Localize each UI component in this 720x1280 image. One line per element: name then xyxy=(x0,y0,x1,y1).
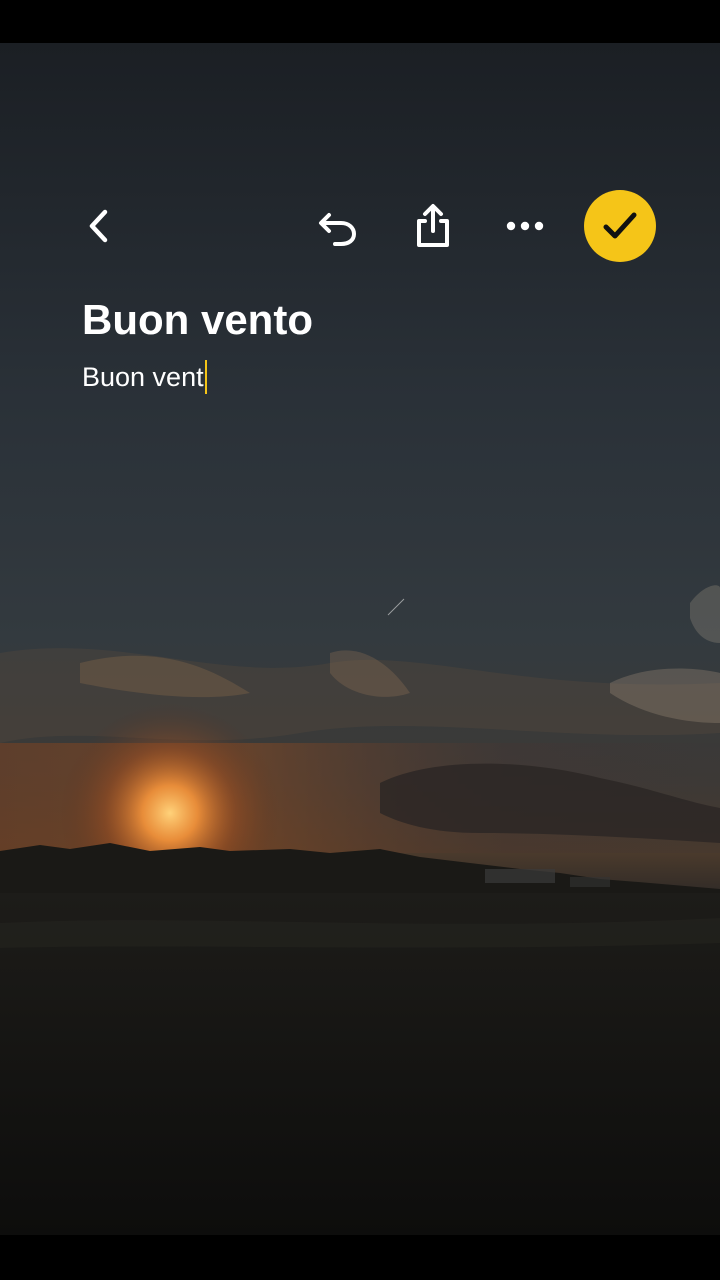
note-body-text: Buon vent xyxy=(82,362,204,392)
note-content: Buon vento Buon vent xyxy=(82,294,662,394)
text-cursor xyxy=(204,360,207,394)
chevron-left-icon xyxy=(89,209,108,243)
note-title[interactable]: Buon vento xyxy=(82,294,662,346)
done-button[interactable] xyxy=(584,190,656,262)
undo-button[interactable] xyxy=(302,190,374,262)
share-icon xyxy=(417,204,449,247)
navigation-bar-area xyxy=(0,1235,720,1280)
notes-editor-screen: Buon vento Buon vent xyxy=(0,0,720,1280)
share-button[interactable] xyxy=(397,190,469,262)
back-button[interactable] xyxy=(62,190,134,262)
status-bar-area xyxy=(0,0,720,43)
done-button-circle xyxy=(584,190,656,262)
undo-icon xyxy=(319,213,356,246)
more-options-button[interactable] xyxy=(489,190,561,262)
note-body-editor[interactable]: Buon vent xyxy=(82,360,662,394)
checkmark-icon xyxy=(603,212,637,239)
editor-toolbar xyxy=(0,190,720,262)
ellipsis-icon xyxy=(506,221,544,231)
